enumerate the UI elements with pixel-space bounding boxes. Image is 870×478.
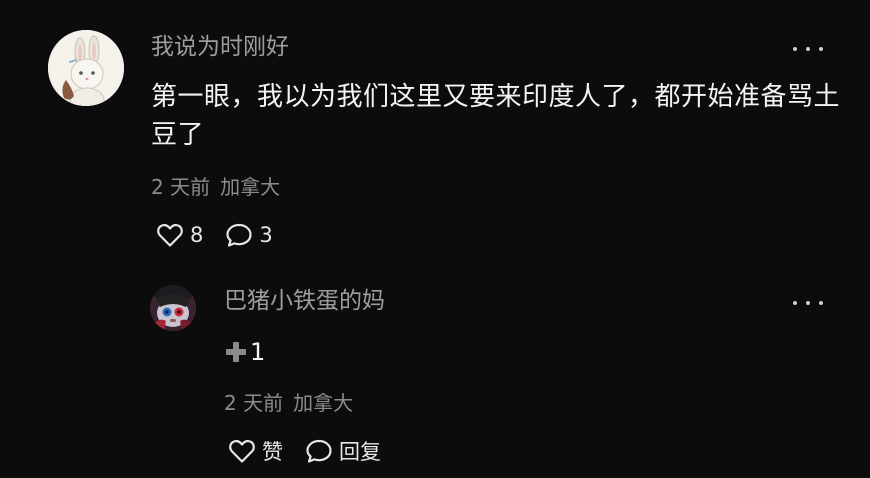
dot [819, 301, 823, 305]
avatar[interactable] [48, 30, 124, 106]
rabbit-avatar-icon [48, 30, 124, 106]
like-label: 赞 [262, 440, 283, 464]
comment-actions: 8 3 [156, 220, 273, 250]
dot [793, 47, 797, 51]
heart-icon [157, 223, 183, 247]
reply-count: 3 [259, 223, 273, 247]
more-options-icon[interactable] [793, 294, 823, 312]
dot [793, 301, 797, 305]
reply-label: 回复 [339, 440, 381, 464]
like-button[interactable]: 8 [156, 222, 203, 248]
dot [819, 47, 823, 51]
heart-icon [229, 439, 255, 463]
reply-username[interactable]: 巴猪小铁蛋的妈 [224, 290, 385, 313]
dot [806, 47, 810, 51]
avatar[interactable] [150, 285, 196, 331]
reply-actions: 赞 回复 [228, 436, 381, 466]
reply-text: 1 [226, 336, 265, 368]
plus-icon [226, 342, 246, 362]
comment-text: 第一眼，我以为我们这里又要来印度人了，都开始准备骂土豆了 [151, 82, 841, 150]
reply-button[interactable]: 回复 [305, 436, 381, 466]
reply-location: 加拿大 [293, 391, 354, 415]
comment-meta: 2 天前 加拿大 [151, 177, 280, 197]
dot [806, 301, 810, 305]
reply-meta: 2 天前 加拿大 [224, 393, 353, 413]
like-button[interactable]: 赞 [228, 436, 283, 466]
like-count: 8 [190, 223, 204, 247]
reply-text-value: 1 [250, 338, 266, 366]
comment-thread: 我说为时刚好 第一眼，我以为我们这里又要来印度人了，都开始准备骂土豆了 2 天前… [0, 0, 870, 478]
comment-location: 加拿大 [220, 175, 281, 199]
reply-button[interactable]: 3 [225, 222, 273, 248]
comment-bubble-icon [226, 223, 252, 247]
character-avatar-icon [150, 285, 196, 331]
reply-time: 2 天前 [224, 391, 284, 415]
comment-time: 2 天前 [151, 175, 211, 199]
comment-bubble-icon [306, 439, 332, 463]
comment-username[interactable]: 我说为时刚好 [151, 36, 289, 59]
more-options-icon[interactable] [793, 40, 823, 58]
